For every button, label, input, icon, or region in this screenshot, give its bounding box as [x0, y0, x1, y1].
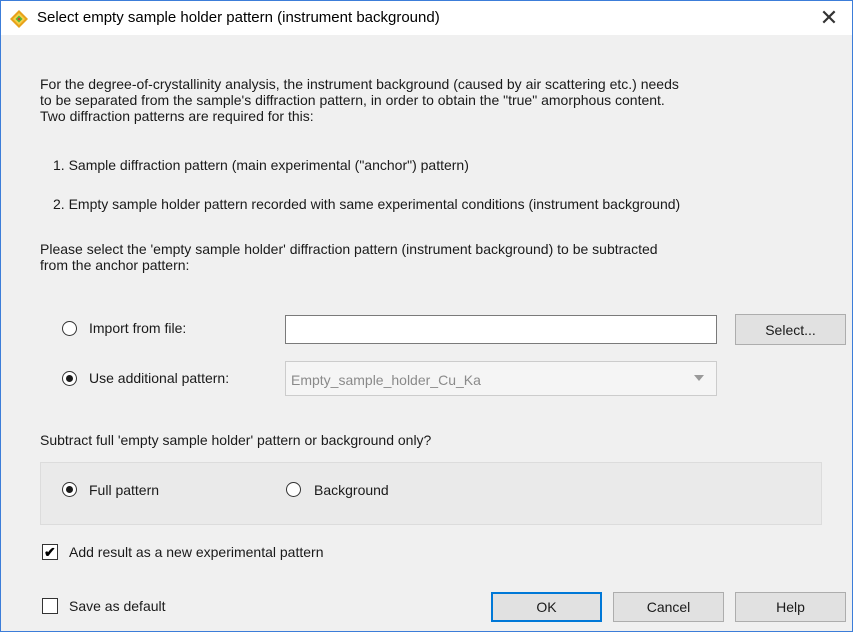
intro-line: to be separated from the sample's diffra…: [40, 92, 665, 108]
use-additional-pattern-radio[interactable]: [62, 371, 77, 386]
close-icon: ✕: [819, 5, 839, 30]
dialog-window: Select empty sample holder pattern (inst…: [0, 0, 853, 632]
diamond-app-icon: [10, 10, 28, 28]
select-file-button[interactable]: Select...: [735, 314, 846, 345]
intro-line: For the degree-of-crystallinity analysis…: [40, 76, 679, 92]
title-bar: Select empty sample holder pattern (inst…: [1, 1, 852, 35]
subtract-question: Subtract full 'empty sample holder' patt…: [40, 432, 432, 448]
close-button[interactable]: ✕: [806, 1, 852, 35]
import-from-file-radio[interactable]: [62, 321, 77, 336]
save-default-checkbox[interactable]: [42, 598, 58, 614]
selection-prompt: Please select the 'empty sample holder' …: [40, 241, 658, 273]
add-result-checkbox[interactable]: ✔: [42, 544, 58, 560]
additional-pattern-dropdown[interactable]: Empty_sample_holder_Cu_Ka: [285, 361, 717, 396]
help-button[interactable]: Help: [735, 592, 846, 622]
background-label[interactable]: Background: [314, 482, 389, 498]
full-pattern-radio[interactable]: [62, 482, 77, 497]
add-result-label[interactable]: Add result as a new experimental pattern: [69, 544, 323, 560]
cancel-button[interactable]: Cancel: [613, 592, 724, 622]
full-pattern-label[interactable]: Full pattern: [89, 482, 159, 498]
intro-line: Two diffraction patterns are required fo…: [40, 108, 314, 124]
use-additional-pattern-label[interactable]: Use additional pattern:: [89, 370, 229, 386]
ok-button[interactable]: OK: [491, 592, 602, 622]
checkmark-icon: ✔: [44, 544, 56, 560]
file-path-input[interactable]: [285, 315, 717, 344]
list-item-empty-holder-pattern: 2. Empty sample holder pattern recorded …: [53, 196, 681, 212]
dialog-title: Select empty sample holder pattern (inst…: [37, 9, 440, 26]
additional-pattern-value: Empty_sample_holder_Cu_Ka: [291, 372, 481, 388]
chevron-down-icon: [694, 375, 704, 381]
list-item-sample-pattern: 1. Sample diffraction pattern (main expe…: [53, 157, 469, 173]
prompt-line: Please select the 'empty sample holder' …: [40, 241, 658, 257]
prompt-line: from the anchor pattern:: [40, 257, 190, 273]
intro-text: For the degree-of-crystallinity analysis…: [40, 76, 679, 124]
background-radio[interactable]: [286, 482, 301, 497]
import-from-file-label[interactable]: Import from file:: [89, 320, 186, 336]
save-default-label[interactable]: Save as default: [69, 598, 166, 614]
